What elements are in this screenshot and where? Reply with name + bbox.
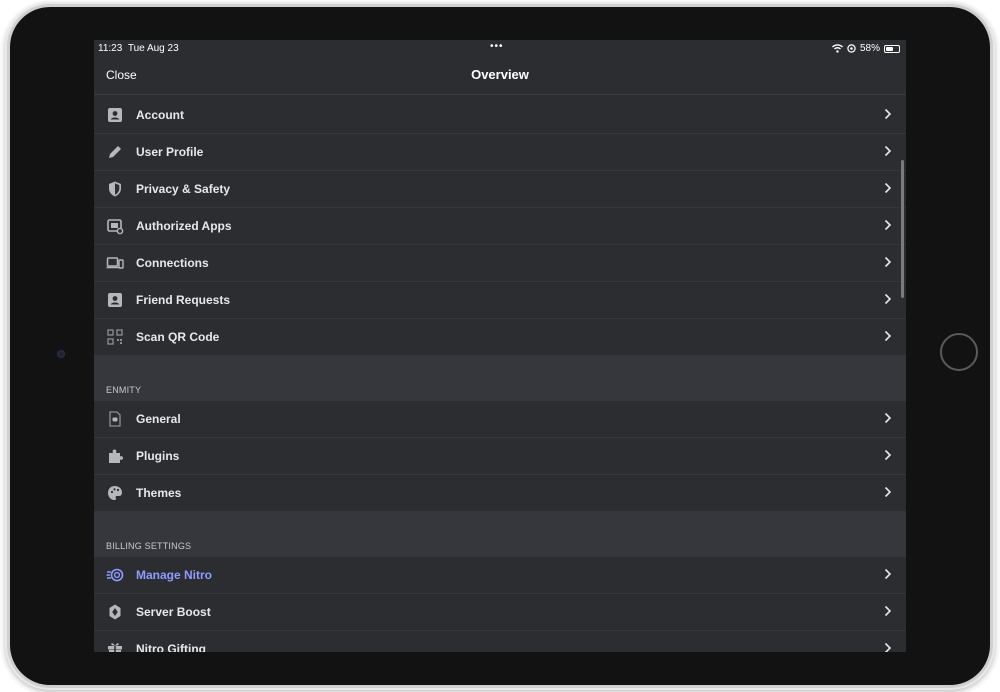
section-header-enmity: ENMITY [94, 356, 906, 401]
settings-row-user-profile[interactable]: User Profile [94, 134, 906, 171]
settings-row-account[interactable]: Account [94, 97, 906, 134]
status-indicators: 58% [831, 43, 900, 54]
settings-row-general[interactable]: General [94, 401, 906, 438]
account-card-icon [108, 108, 122, 122]
front-camera [57, 350, 65, 358]
puzzle-icon [109, 449, 123, 463]
settings-row-plugins[interactable]: Plugins [94, 438, 906, 475]
scrollbar[interactable] [901, 160, 904, 298]
home-button[interactable] [940, 333, 978, 371]
shield-icon [109, 181, 121, 197]
row-label: Friend Requests [136, 293, 231, 307]
authorized-apps-icon [107, 219, 124, 235]
row-label: Connections [136, 256, 209, 270]
chevron-right-icon [884, 145, 892, 157]
settings-row-scan-qr-code[interactable]: Scan QR Code [94, 319, 906, 356]
chevron-right-icon [884, 330, 892, 342]
row-label: Scan QR Code [136, 330, 220, 344]
settings-row-nitro-gifting[interactable]: Nitro Gifting [94, 631, 906, 652]
boost-icon [109, 604, 121, 620]
wifi-icon [831, 44, 843, 53]
multitasking-dots[interactable]: ••• [490, 41, 504, 52]
row-label: Account [136, 108, 184, 122]
chevron-right-icon [884, 293, 892, 305]
section-header-billing: BILLING SETTINGS [94, 512, 906, 557]
row-label: User Profile [136, 145, 204, 159]
nitro-icon [106, 568, 124, 582]
settings-list: Account User Profile Privacy & Safety Au… [94, 97, 906, 652]
settings-row-authorized-apps[interactable]: Authorized Apps [94, 208, 906, 245]
status-bar: 11:23 Tue Aug 23 ••• 58% [94, 40, 906, 58]
row-label: General [136, 412, 181, 426]
chevron-right-icon [884, 182, 892, 194]
chevron-right-icon [884, 449, 892, 461]
chevron-right-icon [884, 605, 892, 617]
general-icon [109, 411, 121, 427]
navigation-bar: Close Overview [94, 58, 906, 95]
status-time: 11:23 Tue Aug 23 [98, 43, 179, 54]
settings-row-connections[interactable]: Connections [94, 245, 906, 282]
page-title: Overview [471, 67, 529, 82]
account-card-icon [108, 293, 122, 307]
chevron-right-icon [884, 642, 892, 652]
row-label: Nitro Gifting [136, 642, 206, 652]
row-label: Privacy & Safety [136, 182, 231, 196]
row-label: Manage Nitro [136, 568, 213, 582]
row-label: Themes [136, 486, 182, 500]
battery-percent: 58% [859, 43, 880, 54]
row-label: Plugins [136, 449, 180, 463]
battery-icon [884, 44, 900, 53]
pencil-icon [109, 146, 121, 158]
screen: 11:23 Tue Aug 23 ••• 58% Close Overview [94, 40, 906, 652]
row-label: Authorized Apps [136, 219, 232, 233]
section-title: ENMITY [106, 385, 142, 395]
chevron-right-icon [884, 486, 892, 498]
settings-row-server-boost[interactable]: Server Boost [94, 594, 906, 631]
gift-icon [108, 643, 122, 652]
chevron-right-icon [884, 108, 892, 120]
row-label: Server Boost [136, 605, 211, 619]
devices-icon [106, 257, 124, 269]
chevron-right-icon [884, 568, 892, 580]
settings-row-friend-requests[interactable]: Friend Requests [94, 282, 906, 319]
settings-row-themes[interactable]: Themes [94, 475, 906, 512]
settings-row-privacy-safety[interactable]: Privacy & Safety [94, 171, 906, 208]
settings-row-manage-nitro[interactable]: Manage Nitro [94, 557, 906, 594]
section-title: BILLING SETTINGS [106, 541, 192, 551]
chevron-right-icon [884, 256, 892, 268]
chevron-right-icon [884, 219, 892, 231]
location-lock-icon [847, 44, 856, 53]
chevron-right-icon [884, 412, 892, 424]
qr-code-icon [107, 329, 123, 345]
palette-icon [108, 486, 122, 500]
